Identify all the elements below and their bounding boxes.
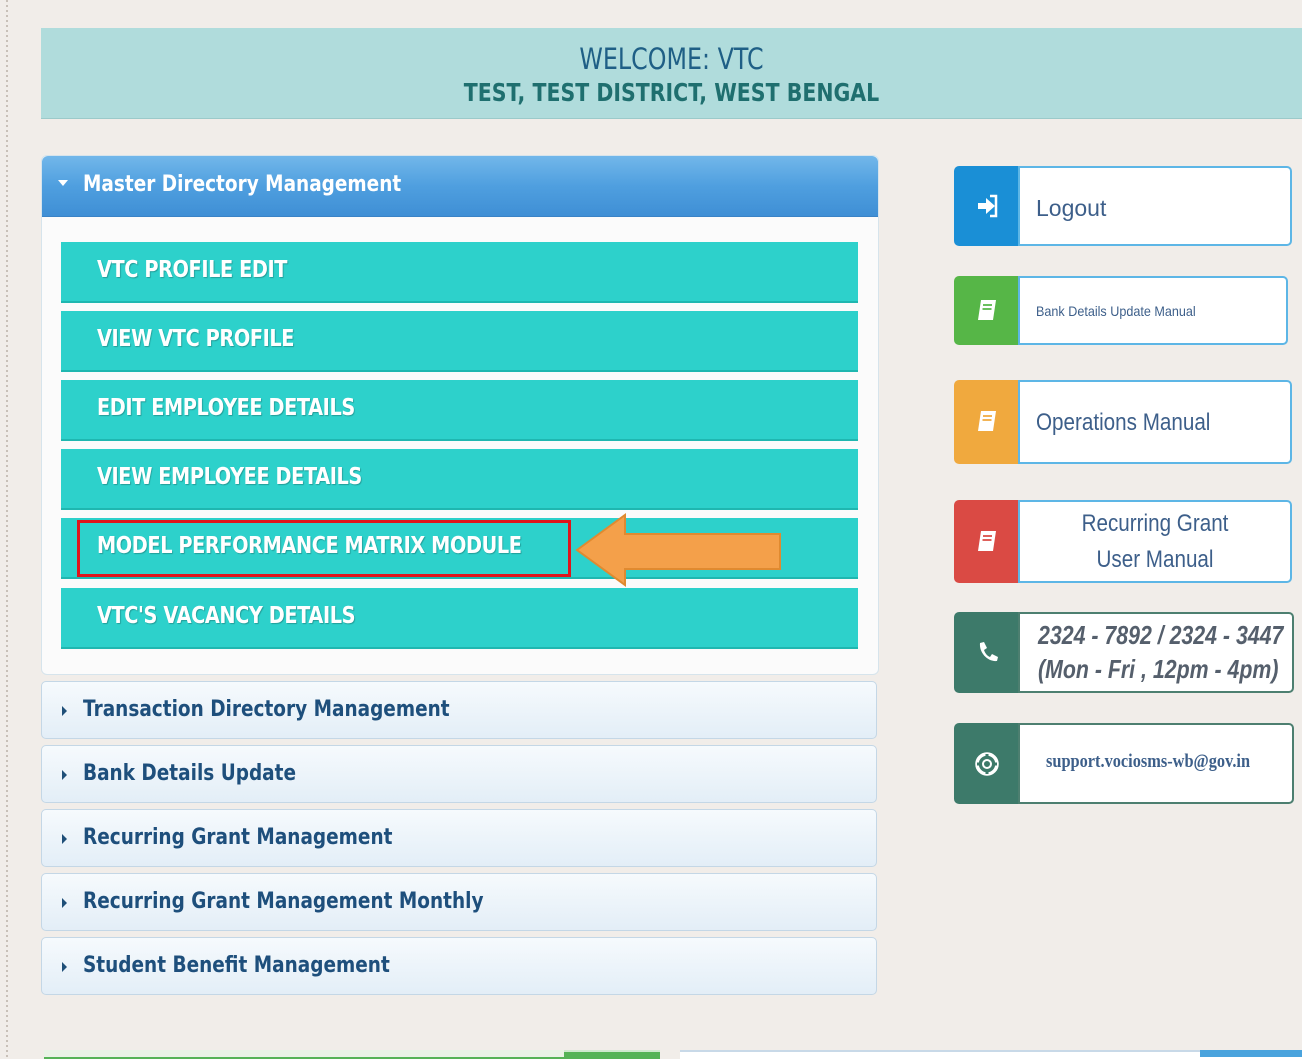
lifebuoy-icon (954, 723, 1020, 804)
recurring-grant-manual-link[interactable]: Recurring Grant User Manual (954, 500, 1292, 583)
vtc-profile-edit-button[interactable]: VTC PROFILE EDIT (61, 242, 858, 303)
accordion-label: Student Benefit Management (83, 953, 390, 978)
logout-label: Logout (1036, 195, 1107, 221)
menu-label: VTC PROFILE EDIT (97, 257, 288, 283)
recurring-manual-line1: Recurring Grant (1081, 510, 1229, 537)
book-icon (954, 380, 1020, 464)
menu-label: VTC'S VACANCY DETAILS (97, 603, 356, 629)
left-arrow-icon (575, 513, 781, 587)
master-directory-panel: Master Directory Management VTC PROFILE … (41, 155, 879, 675)
helpline-numbers: 2324 - 7892 / 2324 - 3447 (1038, 620, 1284, 650)
recurring-manual-line2: User Manual (1096, 546, 1214, 573)
caret-right-icon (62, 706, 67, 716)
accordion-label: Transaction Directory Management (83, 697, 450, 722)
bank-manual-label: Bank Details Update Manual (1036, 303, 1196, 319)
sign-in-icon (954, 166, 1020, 246)
menu-label: EDIT EMPLOYEE DETAILS (97, 395, 355, 421)
accordion-recurring-grant[interactable]: Recurring Grant Management (41, 809, 877, 867)
bottom-panel-left-header (44, 1050, 564, 1057)
caret-right-icon (62, 770, 67, 780)
accordion-label: Recurring Grant Management (83, 825, 393, 850)
menu-label: VIEW VTC PROFILE (97, 326, 295, 352)
master-directory-header[interactable]: Master Directory Management (42, 156, 878, 217)
accordion-recurring-grant-monthly[interactable]: Recurring Grant Management Monthly (41, 873, 877, 931)
welcome-banner: WELCOME: VTC TEST, TEST DISTRICT, WEST B… (41, 28, 1302, 119)
welcome-title: WELCOME: VTC (579, 42, 764, 76)
left-border-decoration (0, 0, 12, 1057)
highlight-box (77, 520, 571, 577)
welcome-location: TEST, TEST DISTRICT, WEST BENGAL (463, 78, 880, 107)
logout-button[interactable]: Logout (954, 166, 1292, 246)
master-directory-title: Master Directory Management (83, 172, 402, 197)
caret-right-icon (62, 834, 67, 844)
book-icon (954, 500, 1020, 583)
bottom-panel-right-accent (1200, 1050, 1302, 1057)
accordion-label: Bank Details Update (83, 761, 297, 786)
operations-manual-label: Operations Manual (1036, 409, 1211, 436)
vtc-vacancy-details-button[interactable]: VTC'S VACANCY DETAILS (61, 588, 858, 649)
edit-employee-details-button[interactable]: EDIT EMPLOYEE DETAILS (61, 380, 858, 441)
view-employee-details-button[interactable]: VIEW EMPLOYEE DETAILS (61, 449, 858, 510)
accordion-student-benefit[interactable]: Student Benefit Management (41, 937, 877, 995)
caret-right-icon (62, 962, 67, 972)
bank-details-manual-link[interactable]: Bank Details Update Manual (954, 276, 1288, 345)
caret-down-icon (58, 180, 68, 186)
support-email-link[interactable]: support.vociosms-wb@gov.in (954, 723, 1294, 804)
accordion-transaction-directory[interactable]: Transaction Directory Management (41, 681, 877, 739)
phone-icon (954, 612, 1020, 693)
accordion-label: Recurring Grant Management Monthly (83, 889, 484, 914)
helpline-panel: 2324 - 7892 / 2324 - 3447 (Mon - Fri , 1… (954, 612, 1294, 693)
accordion-bank-details-update[interactable]: Bank Details Update (41, 745, 877, 803)
support-email: support.vociosms-wb@gov.in (1046, 751, 1251, 772)
book-icon (954, 276, 1020, 345)
menu-label: VIEW EMPLOYEE DETAILS (97, 464, 362, 490)
view-vtc-profile-button[interactable]: VIEW VTC PROFILE (61, 311, 858, 372)
helpline-hours: (Mon - Fri , 12pm - 4pm) (1038, 654, 1279, 684)
caret-right-icon (62, 898, 67, 908)
operations-manual-link[interactable]: Operations Manual (954, 380, 1292, 464)
